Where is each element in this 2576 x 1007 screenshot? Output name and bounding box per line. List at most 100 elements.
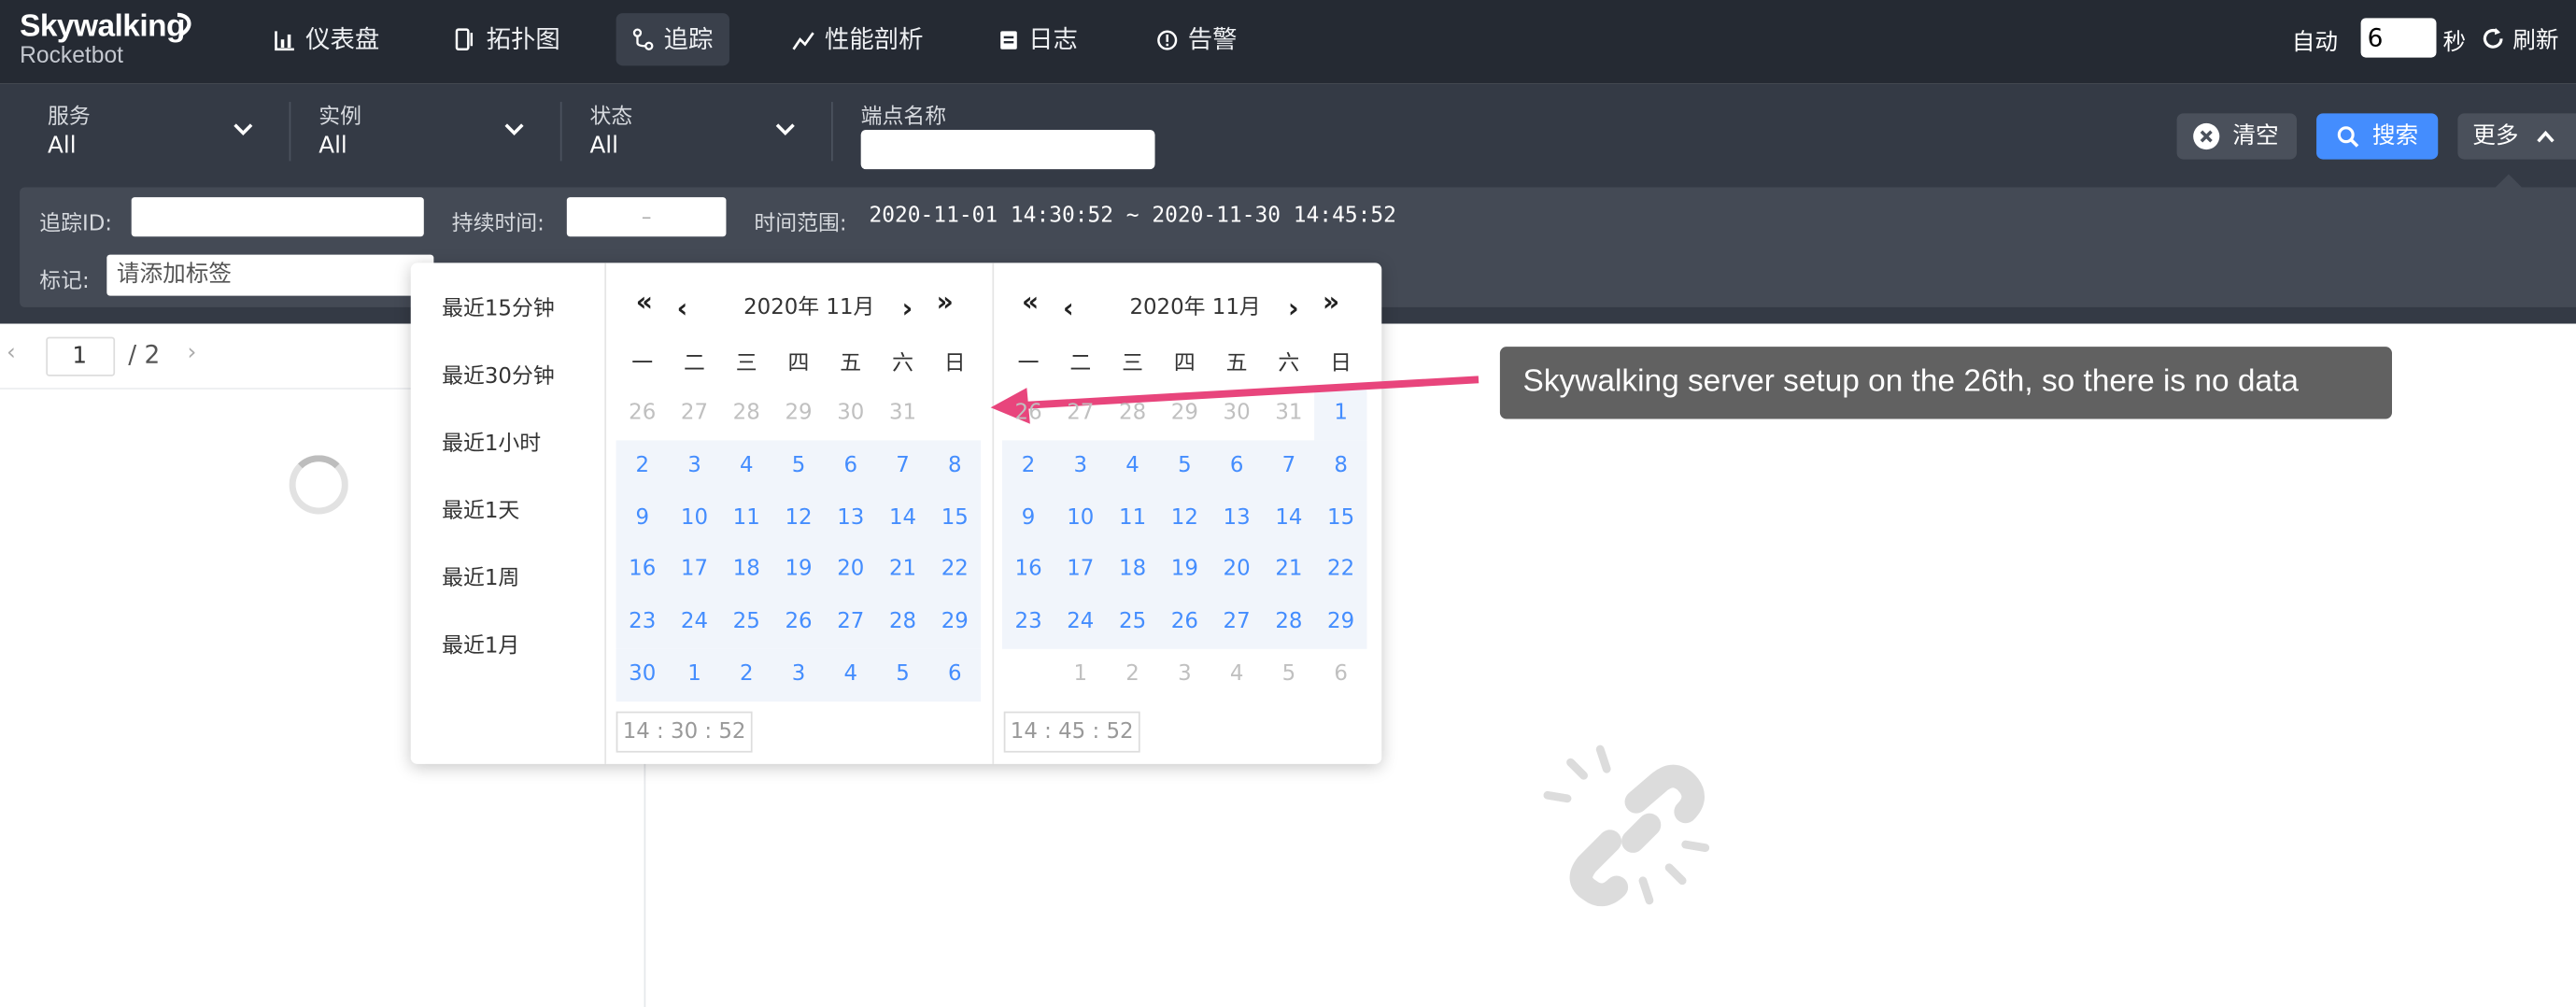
prev-page-icon[interactable]: ‹	[7, 340, 16, 366]
calendar-day[interactable]: 17	[1054, 545, 1107, 597]
endpoint-input[interactable]	[860, 129, 1155, 170]
next-year-icon[interactable]: »	[1323, 286, 1339, 317]
calendar-day[interactable]: 28	[720, 388, 772, 440]
calendar-day[interactable]: 13	[1210, 492, 1263, 545]
next-month-icon[interactable]: ›	[1288, 292, 1299, 323]
calendar-day[interactable]: 12	[772, 492, 825, 545]
calendar-day[interactable]: 9	[1002, 492, 1054, 545]
calendar-day[interactable]: 26	[616, 388, 669, 440]
search-button[interactable]: 搜索	[2316, 113, 2439, 160]
calendar-day[interactable]: 19	[772, 545, 825, 597]
shortcut-item[interactable]: 最近1小时	[442, 426, 541, 457]
calendar-day[interactable]: 3	[1054, 440, 1107, 492]
calendar-day[interactable]: 6	[1314, 649, 1366, 702]
calendar-day[interactable]: 4	[720, 440, 772, 492]
calendar-day[interactable]: 4	[1210, 649, 1263, 702]
calendar-day[interactable]: 27	[1210, 597, 1263, 649]
time-range-value[interactable]: 2020-11-01 14:30:52 ~ 2020-11-30 14:45:5…	[869, 204, 1395, 228]
shortcut-item[interactable]: 最近1天	[442, 493, 519, 524]
duration-input[interactable]: –	[566, 197, 727, 237]
calendar-day[interactable]: 27	[1054, 388, 1107, 440]
calendar-day[interactable]: 18	[720, 545, 772, 597]
calendar-day[interactable]: 10	[1054, 492, 1107, 545]
calendar-day[interactable]: 6	[825, 440, 877, 492]
nav-topology[interactable]: 拓扑图	[439, 13, 577, 65]
calendar-day[interactable]: 29	[772, 388, 825, 440]
nav-trace[interactable]: 追踪	[616, 13, 729, 66]
calendar-day[interactable]: 7	[876, 440, 928, 492]
calendar-day[interactable]: 1	[1054, 649, 1107, 702]
chevron-down-icon[interactable]	[504, 123, 524, 136]
calendar-day[interactable]: 25	[720, 597, 772, 649]
calendar-day[interactable]: 3	[668, 440, 720, 492]
calendar-day[interactable]: 29	[1314, 597, 1366, 649]
calendar-day[interactable]: 22	[928, 545, 981, 597]
shortcut-item[interactable]: 最近1月	[442, 628, 519, 659]
calendar-day[interactable]: 13	[825, 492, 877, 545]
calendar-day[interactable]: 16	[616, 545, 669, 597]
calendar-day[interactable]: 15	[928, 492, 981, 545]
calendar-day[interactable]: 26	[1002, 388, 1054, 440]
calendar-day[interactable]: 9	[616, 492, 669, 545]
calendar-day[interactable]: 11	[1106, 492, 1158, 545]
calendar-day[interactable]: 29	[1158, 388, 1210, 440]
calendar-day[interactable]: 25	[1106, 597, 1158, 649]
clear-button[interactable]: 清空	[2176, 113, 2297, 160]
selected-day[interactable]: 1	[928, 388, 982, 441]
end-time-input[interactable]: 14 : 45 : 52	[1003, 711, 1140, 753]
calendar-day[interactable]: 21	[876, 545, 928, 597]
calendar-day[interactable]: 23	[616, 597, 669, 649]
logo[interactable]: Skywalking Rocketbot	[20, 10, 191, 67]
nav-dashboard[interactable]: 仪表盘	[258, 13, 396, 65]
status-select[interactable]: 状态 All	[589, 99, 632, 160]
calendar-day[interactable]: 5	[1158, 440, 1210, 492]
calendar-day[interactable]: 30	[1210, 388, 1263, 440]
calendar-day[interactable]: 18	[1106, 545, 1158, 597]
calendar-day[interactable]: 4	[825, 649, 877, 702]
next-page-icon[interactable]: ›	[188, 340, 197, 366]
calendar-day[interactable]: 27	[825, 597, 877, 649]
calendar-day[interactable]: 12	[1158, 492, 1210, 545]
calendar-day[interactable]: 29	[928, 597, 981, 649]
chevron-down-icon[interactable]	[234, 123, 253, 136]
calendar-day[interactable]: 15	[1314, 492, 1366, 545]
calendar-day[interactable]: 26	[1158, 597, 1210, 649]
start-time-input[interactable]: 14 : 30 : 52	[616, 711, 753, 753]
tags-input[interactable]: 请添加标签	[106, 254, 434, 296]
calendar-day[interactable]: 21	[1263, 545, 1315, 597]
calendar-day[interactable]: 17	[668, 545, 720, 597]
calendar-day[interactable]: 2	[616, 440, 669, 492]
more-button[interactable]: 更多	[2457, 113, 2576, 160]
calendar-day[interactable]: 11	[720, 492, 772, 545]
calendar-day[interactable]: 5	[1263, 649, 1315, 702]
nav-profile[interactable]: 性能剖析	[775, 13, 940, 65]
calendar-day[interactable]: 7	[1263, 440, 1315, 492]
calendar-day[interactable]: 23	[1002, 597, 1054, 649]
calendar-day[interactable]: 28	[1106, 388, 1158, 440]
calendar-day[interactable]: 3	[1158, 649, 1210, 702]
calendar-day[interactable]: 28	[876, 597, 928, 649]
next-year-icon[interactable]: »	[937, 286, 954, 317]
calendar-day[interactable]: 24	[668, 597, 720, 649]
calendar-day[interactable]: 20	[1210, 545, 1263, 597]
calendar-day[interactable]: 2	[1106, 649, 1158, 702]
calendar-day[interactable]: 30	[616, 649, 669, 702]
calendar-day[interactable]: 22	[1314, 545, 1366, 597]
instance-select[interactable]: 实例 All	[318, 99, 361, 160]
calendar-day[interactable]: 5	[772, 440, 825, 492]
calendar-day[interactable]: 6	[1210, 440, 1263, 492]
calendar-day[interactable]: 1	[668, 649, 720, 702]
calendar-day[interactable]: 31	[1263, 388, 1315, 440]
calendar-day[interactable]: 6	[928, 649, 981, 702]
shortcut-item[interactable]: 最近30分钟	[442, 358, 555, 389]
calendar-day[interactable]: 20	[825, 545, 877, 597]
calendar-day[interactable]: 19	[1158, 545, 1210, 597]
trace-id-input[interactable]	[131, 197, 424, 237]
page-input[interactable]: 1	[46, 336, 116, 376]
chevron-down-icon[interactable]	[775, 123, 795, 136]
calendar-day[interactable]: 8	[928, 440, 981, 492]
service-select[interactable]: 服务 All	[48, 99, 91, 160]
calendar-day[interactable]: 5	[876, 649, 928, 702]
shortcut-item[interactable]: 最近15分钟	[442, 291, 555, 321]
calendar-day[interactable]: 1	[1314, 388, 1366, 440]
